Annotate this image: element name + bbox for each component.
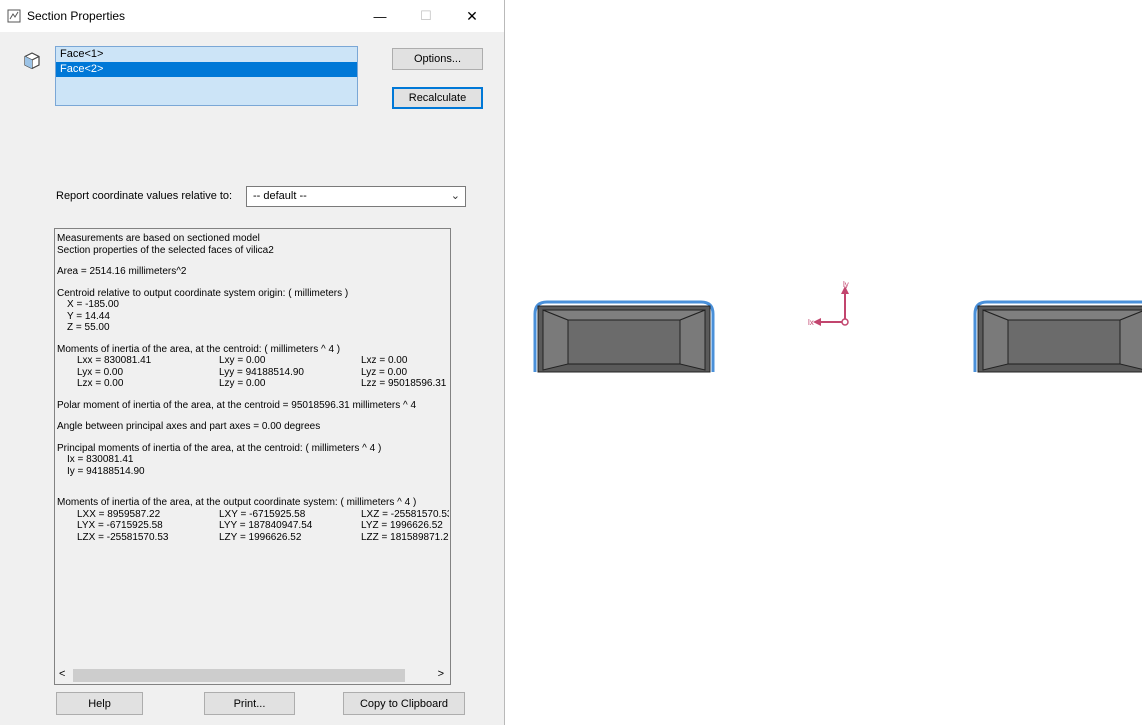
moi-row: Lyx = 0.00 Lyy = 94188514.90 Lyz = 0.00	[77, 366, 408, 378]
principal-iy: Iy = 94188514.90	[67, 465, 145, 477]
principal-heading: Principal moments of inertia of the area…	[57, 442, 382, 454]
output-moi-row: LZX = -25581570.53 LZY = 1996626.52 LZZ = …	[77, 531, 449, 543]
triad-y-label: ly	[843, 280, 849, 289]
graphics-viewport[interactable]: ly lx	[505, 0, 1142, 725]
results-line: Section properties of the selected faces…	[57, 244, 274, 256]
moi-row: Lzx = 0.00 Lzy = 0.00 Lzz = 95018596.31	[77, 378, 447, 389]
output-moi-heading: Moments of inertia of the area, at the o…	[57, 497, 417, 508]
section-properties-dialog: Section Properties — ☐ ✕ Face<1> Face<2>…	[0, 0, 505, 725]
selected-faces-list[interactable]: Face<1> Face<2>	[55, 46, 358, 106]
angle-line: Angle between principal axes and part ax…	[57, 421, 321, 432]
app-icon	[7, 9, 21, 23]
window-title: Section Properties	[27, 9, 126, 23]
face-list-item-selected[interactable]: Face<2>	[56, 62, 357, 77]
part-icon	[24, 52, 40, 70]
results-text: Measurements are based on sectioned mode…	[57, 233, 449, 665]
scroll-thumb[interactable]	[73, 669, 405, 682]
moi-heading: Moments of inertia of the area, at the c…	[57, 343, 341, 355]
centroid-z: Z = 55.00	[67, 322, 110, 333]
coordinate-system-select[interactable]: -- default -- ⌄	[246, 186, 466, 207]
copy-to-clipboard-button[interactable]: Copy to Clipboard	[343, 692, 465, 715]
triad-x-label: lx	[808, 318, 814, 327]
coordinate-system-value: -- default --	[253, 190, 307, 202]
centroid-heading: Centroid relative to output coordinate s…	[57, 287, 349, 299]
principal-ix: Ix = 830081.41	[67, 454, 134, 465]
title-bar: Section Properties — ☐ ✕	[0, 0, 504, 32]
scroll-left-icon[interactable]: <	[59, 668, 65, 680]
results-line: Measurements are based on sectioned mode…	[57, 233, 260, 244]
section-face-right[interactable]	[973, 300, 1142, 373]
horizontal-scrollbar[interactable]: < >	[55, 667, 450, 684]
model-view: ly lx	[533, 280, 1142, 373]
help-button[interactable]: Help	[56, 692, 143, 715]
section-face-left[interactable]	[533, 300, 715, 373]
centroid-y: Y = 14.44	[67, 310, 110, 322]
output-moi-row: LYX = -6715925.58 LYY = 187840947.54 LYZ =…	[77, 520, 443, 531]
scroll-right-icon[interactable]: >	[438, 668, 444, 680]
centroid-x: X = -185.00	[67, 299, 119, 310]
moi-row: Lxx = 830081.41 Lxy = 0.00 Lxz = 0.00	[77, 355, 408, 366]
print-button[interactable]: Print...	[204, 692, 295, 715]
minimize-button[interactable]: —	[357, 0, 403, 32]
results-panel[interactable]: Measurements are based on sectioned mode…	[54, 228, 451, 685]
maximize-button[interactable]: ☐	[403, 0, 449, 32]
recalculate-button[interactable]: Recalculate	[392, 87, 483, 109]
polar-moment-line: Polar moment of inertia of the area, at …	[57, 399, 417, 411]
close-button[interactable]: ✕	[449, 0, 495, 32]
options-button[interactable]: Options...	[392, 48, 483, 70]
area-line: Area = 2514.16 millimeters^2	[57, 266, 187, 277]
output-moi-row: LXX = 8959587.22 LXY = -6715925.58 LXZ = -…	[77, 508, 449, 520]
chevron-down-icon: ⌄	[450, 190, 460, 202]
report-coordinate-label: Report coordinate values relative to:	[56, 190, 233, 202]
coordinate-triad-icon: ly lx	[808, 280, 849, 327]
face-list-item[interactable]: Face<1>	[56, 47, 357, 62]
